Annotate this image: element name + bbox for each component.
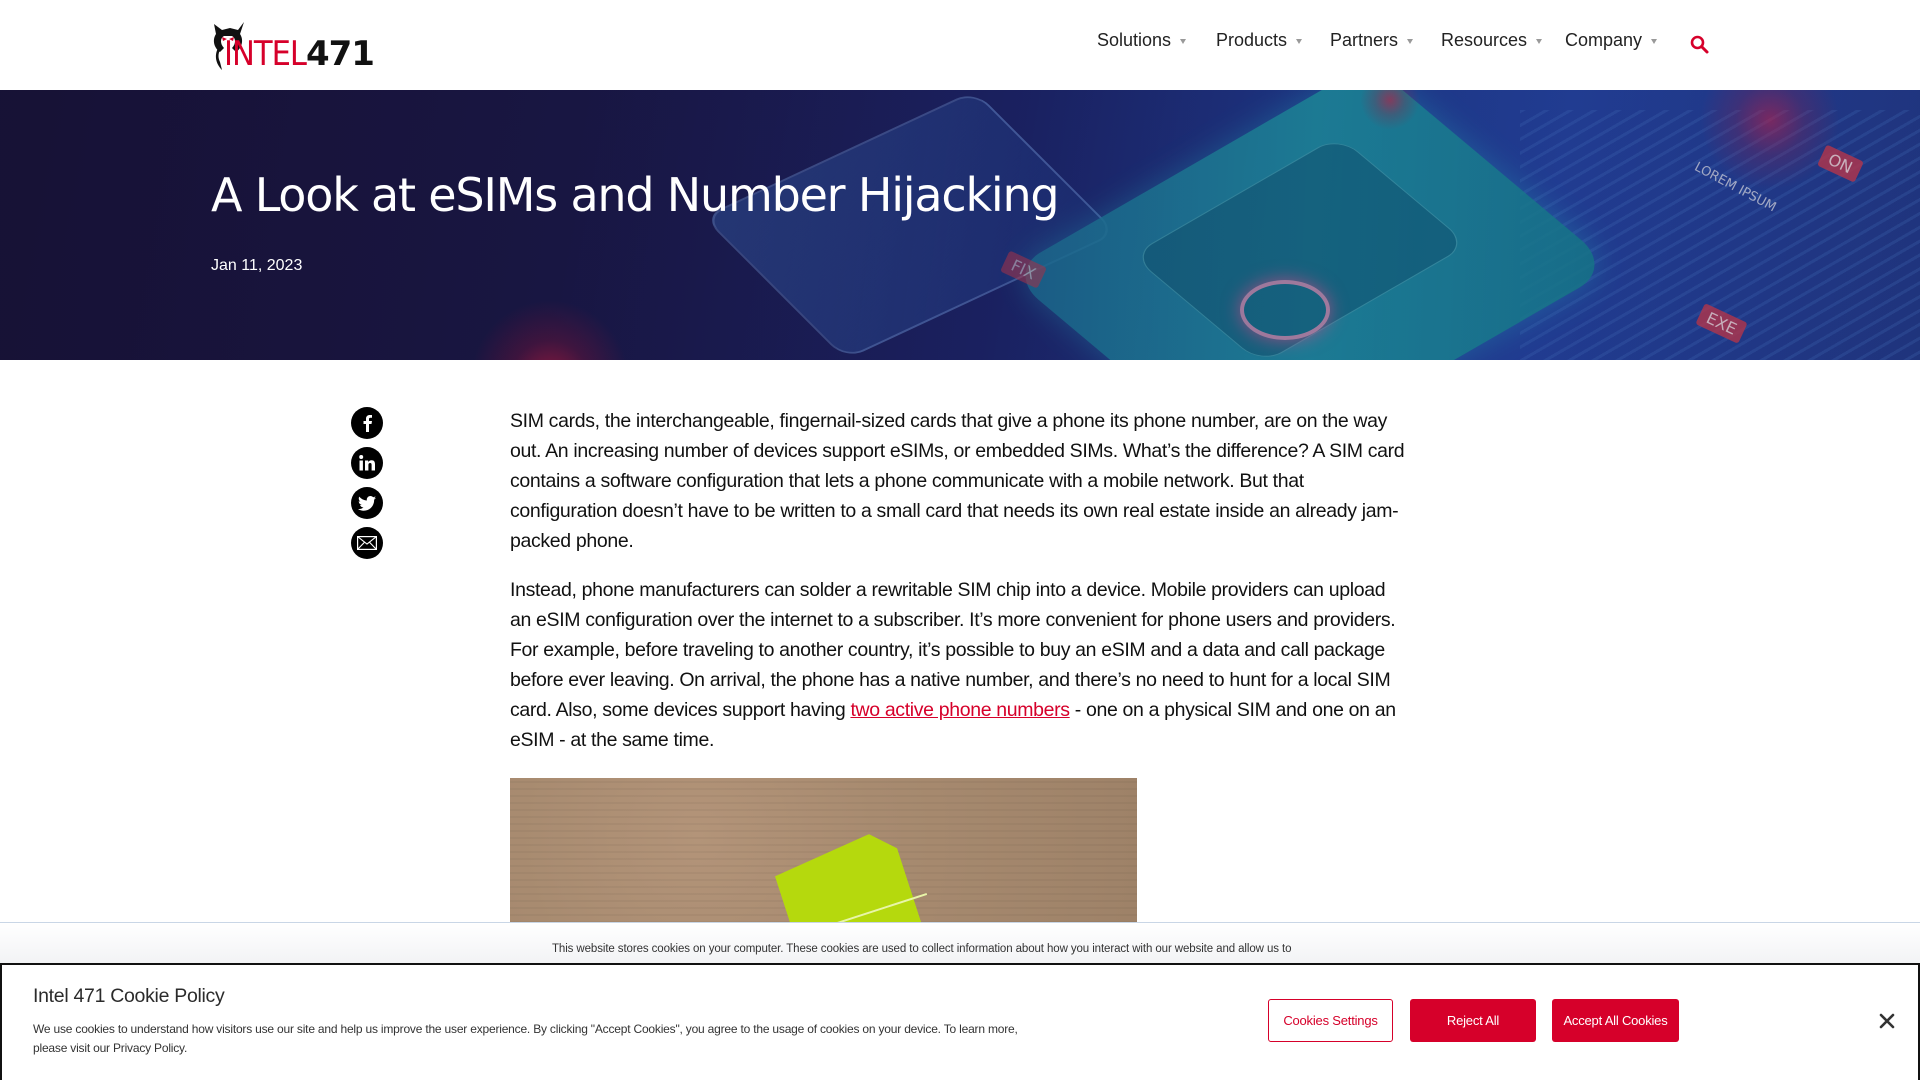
nav-partners-label: Partners [1330,30,1399,50]
main-nav: Solutions Products Partners Resources Co… [0,30,1920,60]
close-icon[interactable] [1879,1013,1895,1029]
article-paragraph: Instead, phone manufacturers can solder … [510,575,1410,755]
share-linkedin-button[interactable] [351,447,383,479]
reject-all-button[interactable]: Reject All [1410,999,1536,1042]
nav-company[interactable]: Company [1565,30,1658,51]
accept-all-cookies-button[interactable]: Accept All Cookies [1552,999,1679,1042]
email-icon [357,536,377,550]
nav-resources-label: Resources [1441,30,1528,50]
cookie-policy-text: We use cookies to understand how visitor… [33,1022,1018,1055]
facebook-icon [363,415,372,432]
twitter-icon [358,495,376,511]
linkedin-icon [359,455,375,471]
article-body: SIM cards, the interchangeable, fingerna… [510,406,1410,774]
share-bar [351,407,383,567]
site-header: INTEL471 Solutions Products Partners Res… [0,0,1920,90]
search-icon[interactable] [1689,34,1711,56]
article-paragraph: SIM cards, the interchangeable, fingerna… [510,410,1405,552]
share-twitter-button[interactable] [351,487,383,519]
nav-products-label: Products [1216,30,1288,50]
hero-banner: ON EXE FIX LOREM IPSUM A Look at eSIMs a… [0,90,1920,360]
page-title: A Look at eSIMs and Number Hijacking [211,168,1060,222]
chevron-down-icon [1651,39,1658,44]
chevron-down-icon [1536,39,1543,44]
article-image-sim-card [510,778,1137,923]
publish-date: Jan 11, 2023 [211,257,303,274]
nav-products[interactable]: Products [1216,30,1303,51]
nav-partners[interactable]: Partners [1330,30,1414,51]
nav-solutions[interactable]: Solutions [1097,30,1187,51]
share-email-button[interactable] [351,527,383,559]
share-facebook-button[interactable] [351,407,383,439]
two-active-numbers-link[interactable]: two active phone numbers [850,699,1070,721]
cookies-settings-button[interactable]: Cookies Settings [1268,999,1393,1042]
chevron-down-icon [1296,39,1303,44]
nav-resources[interactable]: Resources [1441,30,1543,51]
chevron-down-icon [1180,39,1187,44]
nav-company-label: Company [1565,30,1643,50]
cookie-policy-title: Intel 471 Cookie Policy [33,985,225,1007]
nav-solutions-label: Solutions [1097,30,1172,50]
hero-overlay [0,90,1920,360]
cookie-policy-banner: Intel 471 Cookie Policy We use cookies t… [0,963,1920,1080]
chevron-down-icon [1407,39,1414,44]
cookie-notice-strip-text: This website stores cookies on your comp… [552,943,1292,955]
